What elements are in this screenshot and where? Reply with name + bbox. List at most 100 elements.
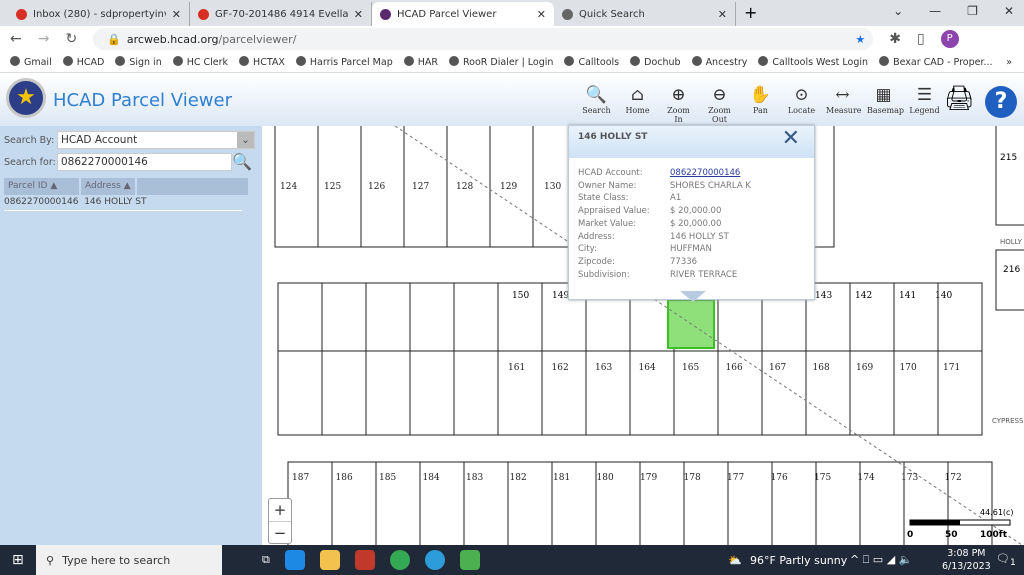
bookmark-item[interactable]: Gmail: [10, 56, 52, 68]
close-tab-icon[interactable]: ✕: [537, 8, 546, 21]
lot-number: 172: [945, 473, 962, 483]
lot-number: 184: [423, 473, 440, 483]
search-by-select[interactable]: HCAD Account ⌄: [57, 131, 255, 149]
lot-number: 167: [769, 363, 786, 373]
zoom-out-button[interactable]: −: [269, 522, 291, 544]
bookmark-item[interactable]: HAR: [403, 56, 438, 68]
tool-search[interactable]: 🔍 Search: [580, 84, 613, 124]
lot-number: 215: [1000, 153, 1017, 163]
new-tab-button[interactable]: +: [736, 3, 765, 26]
zoom-in-button[interactable]: +: [269, 499, 291, 522]
column-address[interactable]: Address ▲: [81, 178, 137, 195]
column-parcel-id[interactable]: Parcel ID ▲: [4, 178, 81, 195]
lot-number: 141: [899, 291, 916, 301]
bookmark-item[interactable]: HCAD: [62, 56, 104, 68]
bookmark-item[interactable]: Bexar CAD - Proper...: [879, 56, 993, 68]
back-icon[interactable]: ←: [10, 31, 22, 47]
tab-quick-search[interactable]: Quick Search ✕: [554, 2, 736, 26]
bookmark-item[interactable]: HCTAX: [239, 56, 285, 68]
lot-number: 142: [855, 291, 872, 301]
task-view-icon[interactable]: ⧉: [262, 553, 270, 567]
minimize-button[interactable]: —: [929, 4, 941, 18]
clock[interactable]: 3:08 PM 6/13/2023: [942, 547, 991, 573]
search-icon: ⚲: [46, 553, 55, 567]
edge-icon[interactable]: [284, 550, 305, 570]
result-row[interactable]: 0862270000146 146 HOLLY ST: [4, 197, 242, 211]
tool-measure[interactable]: ↔ Measure: [826, 84, 862, 124]
parcel-lot: [409, 350, 455, 436]
lot-number: 178: [684, 473, 701, 483]
windows-start-icon[interactable]: ⊞: [12, 552, 24, 568]
search-for-input[interactable]: 0862270000146: [57, 153, 232, 171]
tab-hcad[interactable]: HCAD Parcel Viewer ✕: [372, 2, 554, 26]
forward-icon[interactable]: →: [38, 31, 50, 47]
lot-number: 173: [901, 473, 918, 483]
close-tab-icon[interactable]: ✕: [354, 8, 363, 21]
weather[interactable]: 96°F Partly sunny: [750, 554, 847, 567]
tool-home[interactable]: ⌂ Home: [621, 84, 654, 124]
bookmark-item[interactable]: Ancestry: [691, 56, 747, 68]
bookmark-item[interactable]: Calltools: [564, 56, 619, 68]
file-explorer-icon[interactable]: [319, 550, 340, 570]
sidepanel-icon[interactable]: ▯: [917, 31, 925, 47]
close-tab-icon[interactable]: ✕: [172, 8, 181, 21]
hcad-account-link[interactable]: 0862270000146: [670, 167, 740, 180]
bookmark-item[interactable]: Harris Parcel Map: [295, 56, 393, 68]
bookmark-item[interactable]: Sign in: [115, 56, 162, 68]
print-icon[interactable]: 🖨: [944, 84, 974, 112]
measure-icon: ↔: [835, 85, 850, 105]
tab-gf[interactable]: GF-70-201486 4914 Evella Street✕: [190, 2, 372, 26]
lot-number: 185: [379, 473, 396, 483]
popup-field: Subdivision: RIVER TERRACE: [578, 269, 738, 280]
close-tab-icon[interactable]: ✕: [718, 8, 727, 21]
bookmark-icon: [879, 56, 890, 66]
lot-number: 166: [726, 363, 743, 373]
parcel-lot: [995, 249, 1024, 311]
locate-icon: ⊙: [794, 85, 809, 105]
app-icon[interactable]: [459, 550, 480, 570]
avatar[interactable]: P: [940, 30, 959, 48]
outlook-icon[interactable]: [354, 550, 375, 570]
lot-number: 177: [727, 473, 744, 483]
lot-number: 164: [639, 363, 656, 373]
taskbar-search-input[interactable]: ⚲ Type here to search: [36, 545, 222, 575]
home-icon: ⌂: [631, 85, 644, 105]
app-icon[interactable]: [424, 550, 445, 570]
chrome-icon[interactable]: [389, 550, 410, 570]
tool-legend[interactable]: ☰ Legend: [908, 84, 941, 124]
parcel-popup: 146 HOLLY ST ✕ HCAD Account: 086227000014…: [568, 125, 815, 300]
tool-zoom-out[interactable]: ⊖ Zoom Out: [703, 84, 736, 124]
lot-number: 176: [771, 473, 788, 483]
lot-number: 127: [412, 182, 429, 192]
bookmark-item[interactable]: HC Clerk: [172, 56, 228, 68]
tool-basemap[interactable]: ▦ Basemap: [867, 84, 904, 124]
lot-number: 129: [500, 182, 517, 192]
scale-bar-segment: [910, 520, 960, 525]
parcel-lot: [321, 282, 367, 352]
search-icon[interactable]: 🔍: [232, 152, 252, 171]
bookmark-item[interactable]: Calltools West Login: [758, 56, 868, 68]
popup-field: Owner Name: SHORES CHARLA K: [578, 180, 751, 191]
tab-search-icon[interactable]: ⌄: [893, 4, 903, 18]
bookmark-item[interactable]: Dochub: [630, 56, 681, 68]
tool-zoom-in[interactable]: ⊕ Zoom In: [662, 84, 695, 124]
tool-pan[interactable]: ✋ Pan: [744, 84, 777, 124]
lot-number: 175: [814, 473, 831, 483]
tab-inbox[interactable]: Inbox (280) - sdpropertyinvestme✕: [8, 2, 190, 26]
help-icon[interactable]: ?: [985, 86, 1017, 118]
bookmark-star-icon[interactable]: ★: [855, 33, 865, 46]
close-icon[interactable]: ✕: [782, 126, 800, 151]
tool-locate[interactable]: ⊙ Locate: [785, 84, 818, 124]
notifications-icon[interactable]: 🗨1: [996, 552, 1016, 568]
bookmark-icon: [239, 56, 250, 66]
more-bookmarks-icon[interactable]: »: [1006, 57, 1012, 68]
legend-icon: ☰: [916, 85, 933, 105]
extensions-icon[interactable]: ✱: [889, 31, 901, 47]
restore-button[interactable]: ❐: [967, 4, 978, 18]
system-tray-icons[interactable]: ^ ⎕ ▭ ◢ 🔈: [850, 553, 912, 567]
bookmark-item[interactable]: RooR Dialer | Login: [448, 56, 553, 68]
close-window-button[interactable]: ✕: [1004, 4, 1014, 18]
reload-icon[interactable]: ↻: [65, 31, 77, 47]
results-header: Parcel ID ▲ Address ▲: [4, 178, 248, 195]
url-input[interactable]: 🔒 arcweb.hcad.org/parcelviewer/★: [93, 28, 874, 50]
